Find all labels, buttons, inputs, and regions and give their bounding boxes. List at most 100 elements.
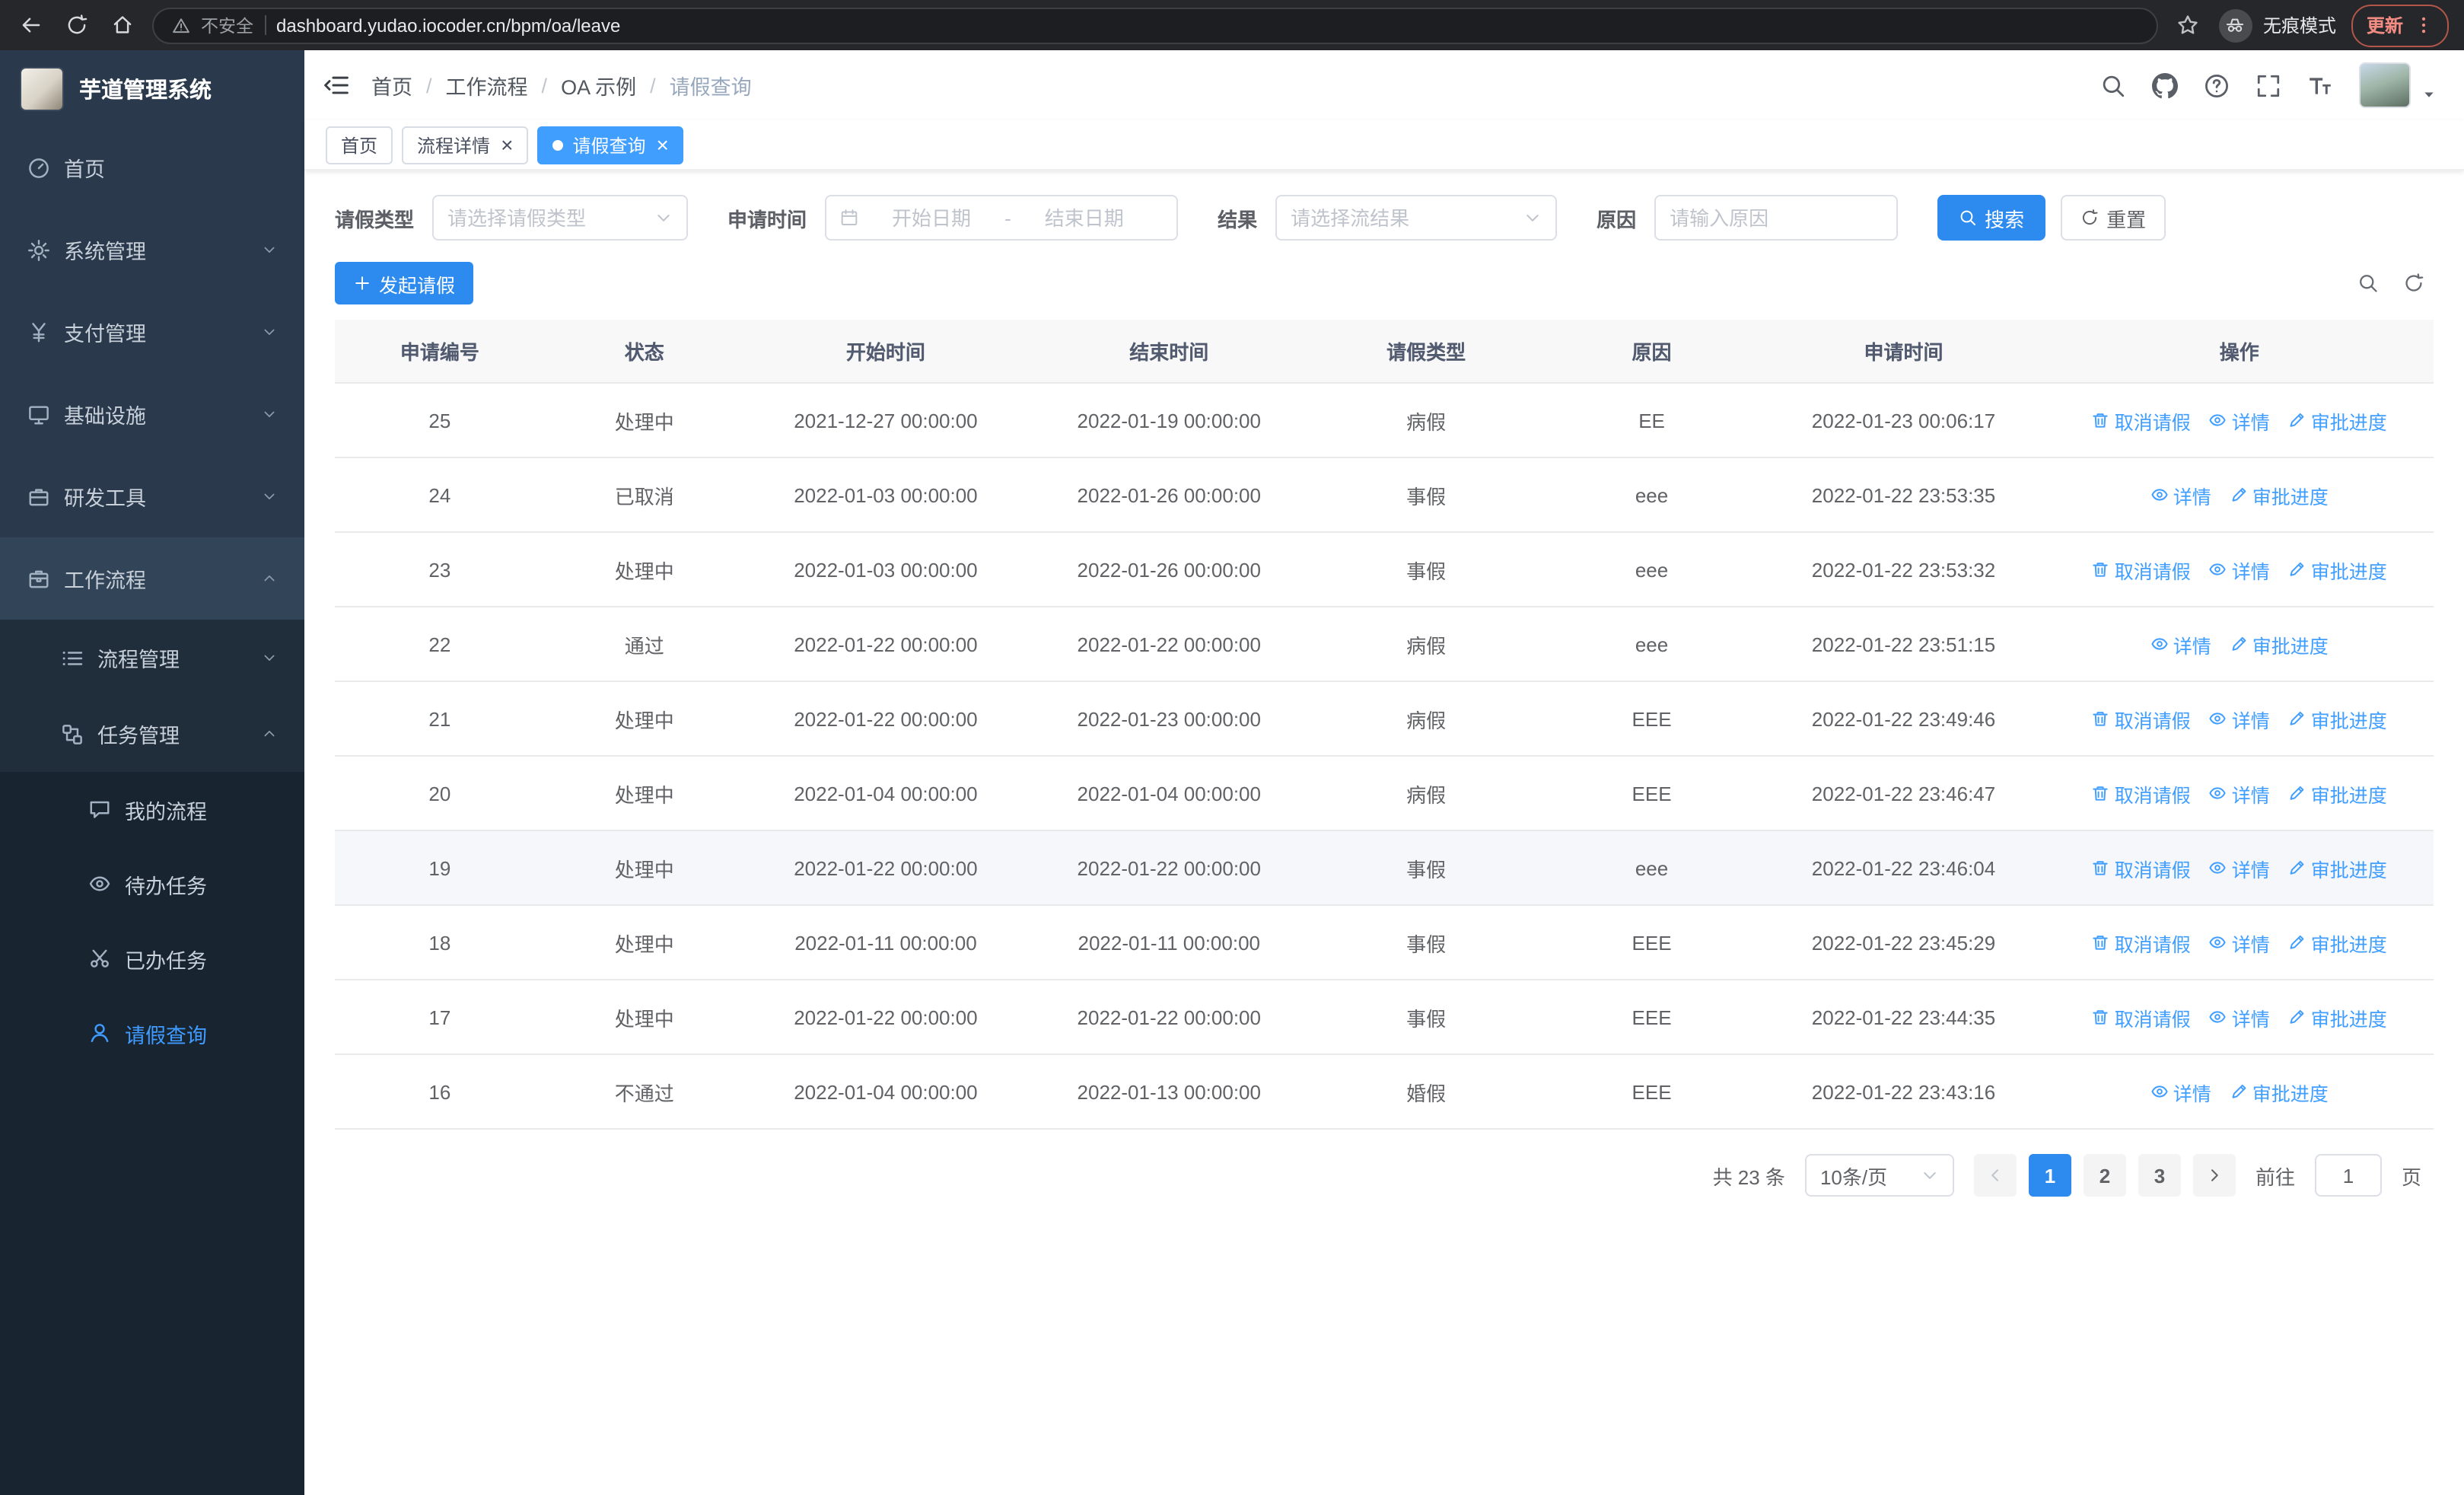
detail-action-link[interactable]: 详情 [2150,1077,2211,1106]
browser-update-button[interactable]: 更新 [2351,4,2449,46]
pagination: 共 23 条 10条/页 123 前往 页 [335,1154,2421,1197]
browser-refresh-icon[interactable] [61,10,91,40]
sidebar-item-my-process[interactable]: 我的流程 [0,772,304,846]
apply-time-range-picker[interactable]: - [825,195,1179,241]
github-icon[interactable] [2152,72,2178,98]
user-avatar[interactable] [2359,62,2411,108]
cell-reason: EE [1638,409,1665,432]
browser-back-icon[interactable] [15,10,46,40]
detail-action-link[interactable]: 详情 [2209,779,2270,808]
tab-close-icon[interactable]: × [501,134,513,155]
address-bar-divider [264,15,266,35]
detail-action-link[interactable]: 详情 [2209,1003,2270,1031]
cancel-action-link[interactable]: 取消请假 [2092,928,2191,957]
cancel-action-label: 取消请假 [2114,1009,2191,1030]
sidebar-item-payment[interactable]: 支付管理 [0,291,304,373]
cell-status: 处理中 [614,559,674,582]
page-size-select[interactable]: 10条/页 [1804,1154,1954,1197]
header-search-icon[interactable] [2100,72,2126,98]
tab-process-detail[interactable]: 流程详情 × [402,126,529,164]
cell-leave_type: 事假 [1406,559,1447,582]
progress-action-link[interactable]: 审批进度 [2288,853,2387,882]
sidebar-item-leave-query[interactable]: 请假查询 [0,996,304,1070]
cell-actions: 取消请假 详情 审批进度 [2045,779,2434,808]
browser-home-icon[interactable] [107,10,137,40]
cancel-action-link[interactable]: 取消请假 [2092,853,2191,882]
sidebar-item-task-mgmt[interactable]: 任务管理 [0,696,304,772]
browser-menu-icon[interactable] [2412,10,2434,40]
detail-action-link[interactable]: 详情 [2150,480,2211,509]
progress-action-link[interactable]: 审批进度 [2288,406,2387,435]
sidebar-item-infrastructure[interactable]: 基础设施 [0,373,304,455]
page-size-value: 10条/页 [1819,1165,1888,1188]
user-menu-caret-icon[interactable] [2421,87,2437,102]
not-secure-icon[interactable] [172,16,190,34]
app-logo-bar: 芋道管理系统 [0,50,304,126]
progress-action-link[interactable]: 审批进度 [2230,630,2329,658]
sidebar-item-todo-tasks[interactable]: 待办任务 [0,846,304,921]
detail-action-link[interactable]: 详情 [2209,928,2270,957]
sidebar-item-devtools[interactable]: 研发工具 [0,455,304,537]
tab-leave-query[interactable]: 请假查询 × [537,126,684,164]
breadcrumb-item[interactable]: 首页 [371,70,412,100]
screen: 不安全 dashboard.yudao.iocoder.cn/bpm/oa/le… [0,0,2464,1495]
sidebar-item-home[interactable]: 首页 [0,126,304,209]
detail-action-link[interactable]: 详情 [2209,853,2270,882]
breadcrumb-item[interactable]: 工作流程 [446,70,528,100]
create-leave-button[interactable]: 发起请假 [335,262,474,304]
menu-fold-icon[interactable] [323,72,350,99]
progress-action-link[interactable]: 审批进度 [2288,704,2387,733]
detail-action-link[interactable]: 详情 [2209,704,2270,733]
progress-action-link[interactable]: 审批进度 [2288,779,2387,808]
tab-close-icon[interactable]: × [656,134,668,155]
toggle-search-icon[interactable] [2357,273,2379,294]
cancel-action-link[interactable]: 取消请假 [2092,779,2191,808]
progress-action-link[interactable]: 审批进度 [2288,555,2387,584]
page-button-2[interactable]: 2 [2083,1154,2126,1197]
browser-toolbar: 不安全 dashboard.yudao.iocoder.cn/bpm/oa/le… [0,0,2464,50]
start-date-input[interactable] [867,206,996,229]
page-button-3[interactable]: 3 [2138,1154,2181,1197]
breadcrumb-item[interactable]: OA 示例 [561,70,636,100]
filter-buttons: 搜索 重置 [1937,195,2166,241]
cancel-action-link[interactable]: 取消请假 [2092,406,2191,435]
next-page-button[interactable] [2192,1154,2236,1197]
prev-page-button[interactable] [1973,1154,2017,1197]
page-button-1[interactable]: 1 [2028,1154,2071,1197]
search-button[interactable]: 搜索 [1937,195,2046,241]
address-bar[interactable]: 不安全 dashboard.yudao.iocoder.cn/bpm/oa/le… [152,7,2158,43]
leave-type-input[interactable] [447,206,646,229]
tab-home[interactable]: 首页 [326,126,393,164]
progress-action-link[interactable]: 审批进度 [2230,1077,2329,1106]
bookmark-star-icon[interactable] [2173,10,2204,40]
goto-page-input[interactable] [2314,1154,2382,1197]
fullscreen-icon[interactable] [2255,72,2281,98]
detail-action-link[interactable]: 详情 [2209,555,2270,584]
font-size-icon[interactable] [2307,72,2333,98]
refresh-table-icon[interactable] [2403,273,2424,294]
cancel-action-link[interactable]: 取消请假 [2092,1003,2191,1031]
cancel-action-label: 取消请假 [2114,561,2191,582]
sidebar-item-process-mgmt[interactable]: 流程管理 [0,620,304,696]
cancel-action-link[interactable]: 取消请假 [2092,555,2191,584]
reason-input-box[interactable] [1654,195,1899,241]
cancel-action-link[interactable]: 取消请假 [2092,704,2191,733]
detail-action-link[interactable]: 详情 [2209,406,2270,435]
help-icon[interactable] [2204,72,2230,98]
sidebar-item-system[interactable]: 系统管理 [0,209,304,291]
result-input[interactable] [1291,206,1515,229]
progress-action-link[interactable]: 审批进度 [2288,928,2387,957]
end-date-input[interactable] [1020,206,1148,229]
reason-input[interactable] [1670,206,1883,229]
result-select[interactable] [1275,195,1558,241]
sidebar-item-workflow[interactable]: 工作流程 [0,537,304,620]
plus-icon [353,274,371,292]
detail-action-link[interactable]: 详情 [2150,630,2211,658]
leave-type-select[interactable] [432,195,689,241]
edit-icon [2288,411,2306,429]
progress-action-link[interactable]: 审批进度 [2230,480,2329,509]
sidebar-item-done-tasks[interactable]: 已办任务 [0,921,304,996]
column-header-reason: 原因 [1632,341,1672,364]
reset-button[interactable]: 重置 [2061,195,2166,241]
progress-action-link[interactable]: 审批进度 [2288,1003,2387,1031]
